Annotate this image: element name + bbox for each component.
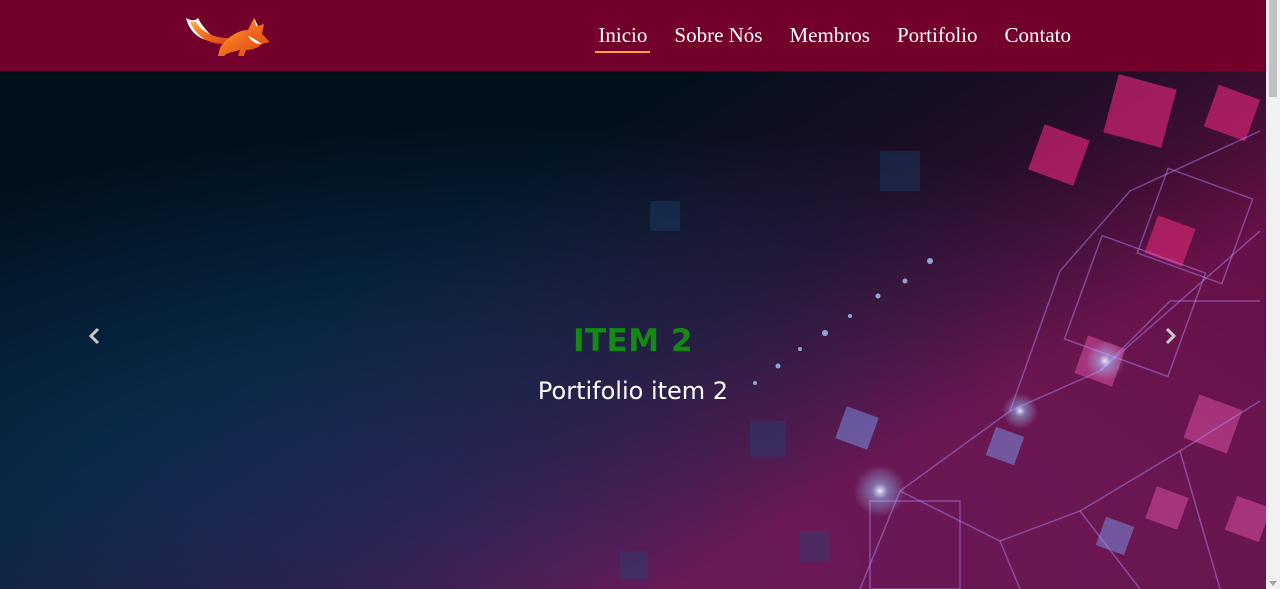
carousel-caption-subtitle: Portifolio item 2 bbox=[537, 377, 729, 405]
hero-carousel: ITEM 2 Portifolio item 2 bbox=[0, 71, 1266, 589]
fox-logo-icon[interactable] bbox=[184, 8, 270, 60]
page-scrollbar[interactable] bbox=[1266, 0, 1280, 589]
navbar: Inicio Sobre Nós Membros Portifolio Cont… bbox=[0, 0, 1266, 71]
nav-link-contato[interactable]: Contato bbox=[991, 0, 1085, 71]
scroll-down-arrow-icon[interactable] bbox=[1269, 579, 1277, 587]
nav-links: Inicio Sobre Nós Membros Portifolio Cont… bbox=[584, 0, 1084, 71]
nav-link-sobre-nos[interactable]: Sobre Nós bbox=[660, 0, 775, 71]
carousel-caption-title: ITEM 2 bbox=[572, 323, 694, 359]
page: Inicio Sobre Nós Membros Portifolio Cont… bbox=[0, 0, 1280, 589]
nav-link-inicio[interactable]: Inicio bbox=[584, 0, 660, 71]
scrollbar-thumb[interactable] bbox=[1269, 0, 1277, 97]
nav-link-membros[interactable]: Membros bbox=[775, 0, 883, 71]
nav-link-portifolio[interactable]: Portifolio bbox=[883, 0, 991, 71]
